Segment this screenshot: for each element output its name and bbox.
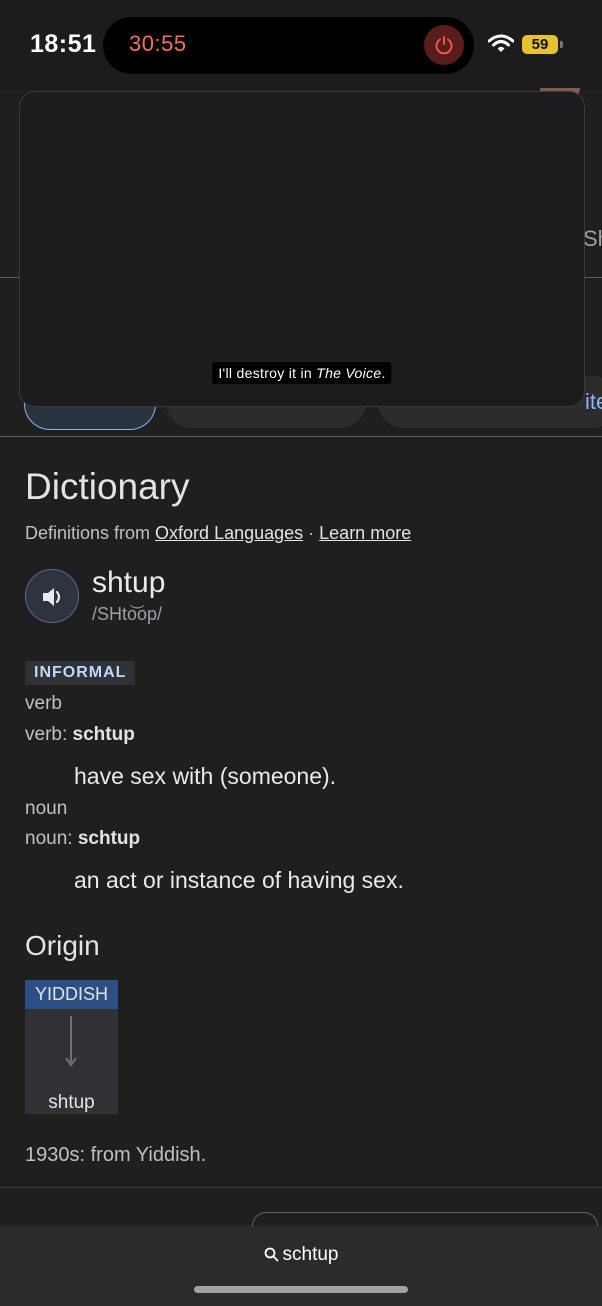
- status-time: 18:51: [30, 30, 97, 58]
- dictionary-title: Dictionary: [25, 466, 190, 507]
- stop-recording-button[interactable]: [424, 25, 464, 65]
- dynamic-island[interactable]: 30:55: [103, 17, 474, 74]
- source-prefix: Definitions from: [25, 523, 156, 543]
- part-of-speech: verb: [25, 693, 62, 714]
- filter-chip-label: ite: [585, 389, 602, 414]
- search-icon: [264, 1247, 278, 1262]
- source-separator: ·: [303, 523, 320, 543]
- search-query: schtup: [282, 1244, 339, 1265]
- word-form-label: verb:: [25, 724, 73, 745]
- learn-more-link[interactable]: Learn more: [319, 523, 411, 543]
- caption-text: I'll destroy it in: [218, 365, 317, 381]
- recording-timer: 30:55: [129, 31, 187, 56]
- word-form: noun: schtup: [25, 828, 140, 850]
- caption-suffix: .: [381, 365, 386, 381]
- background-text: Sh: [583, 226, 602, 251]
- origin-language: YIDDISH: [25, 980, 118, 1009]
- register-badge: INFORMAL: [25, 661, 136, 685]
- video-caption: I'll destroy it in The Voice.: [212, 362, 392, 384]
- stop-recording-icon: [435, 36, 453, 55]
- part-of-speech: noun: [25, 798, 68, 819]
- word-form: verb: schtup: [25, 724, 135, 746]
- page: 18:51 30:55 59 Sh ite I'll destroy it: [0, 0, 602, 1306]
- origin-title: Origin: [25, 930, 100, 961]
- dictionary-source: Definitions from Oxford Languages · Lear…: [25, 523, 411, 544]
- battery-indicator: 59: [522, 35, 558, 54]
- pronunciation-button[interactable]: [25, 569, 79, 623]
- home-indicator[interactable]: [194, 1286, 408, 1293]
- picture-in-picture-video[interactable]: I'll destroy it in The Voice.: [19, 91, 585, 407]
- battery-level: 59: [531, 36, 549, 53]
- phonetic-spelling: /SHto͝op/: [92, 604, 163, 624]
- divider: [0, 436, 602, 437]
- headword: shtup: [92, 566, 166, 599]
- speaker-icon: [43, 588, 61, 606]
- etymology-diagram: YIDDISH shtup: [25, 980, 118, 1114]
- caption-title: The Voice: [316, 365, 382, 381]
- address-bar[interactable]: schtup: [0, 1244, 602, 1266]
- definition-text: have sex with (someone).: [74, 763, 337, 789]
- wifi-icon: [488, 34, 514, 52]
- definition-text: an act or instance of having sex.: [74, 867, 404, 893]
- word-form-value: schtup: [72, 724, 135, 745]
- battery-cap: [560, 41, 563, 48]
- origin-note: 1930s: from Yiddish.: [25, 1144, 207, 1166]
- word-form-label: noun:: [25, 828, 78, 849]
- oxford-languages-link[interactable]: Oxford Languages: [155, 523, 303, 543]
- browser-bottom-bar: schtup: [0, 1226, 602, 1306]
- status-bar: 18:51 30:55 59: [0, 0, 602, 90]
- origin-word: shtup: [48, 1092, 95, 1113]
- divider: [0, 1187, 602, 1188]
- down-arrow-icon: [65, 1016, 77, 1067]
- word-form-value: schtup: [77, 828, 141, 849]
